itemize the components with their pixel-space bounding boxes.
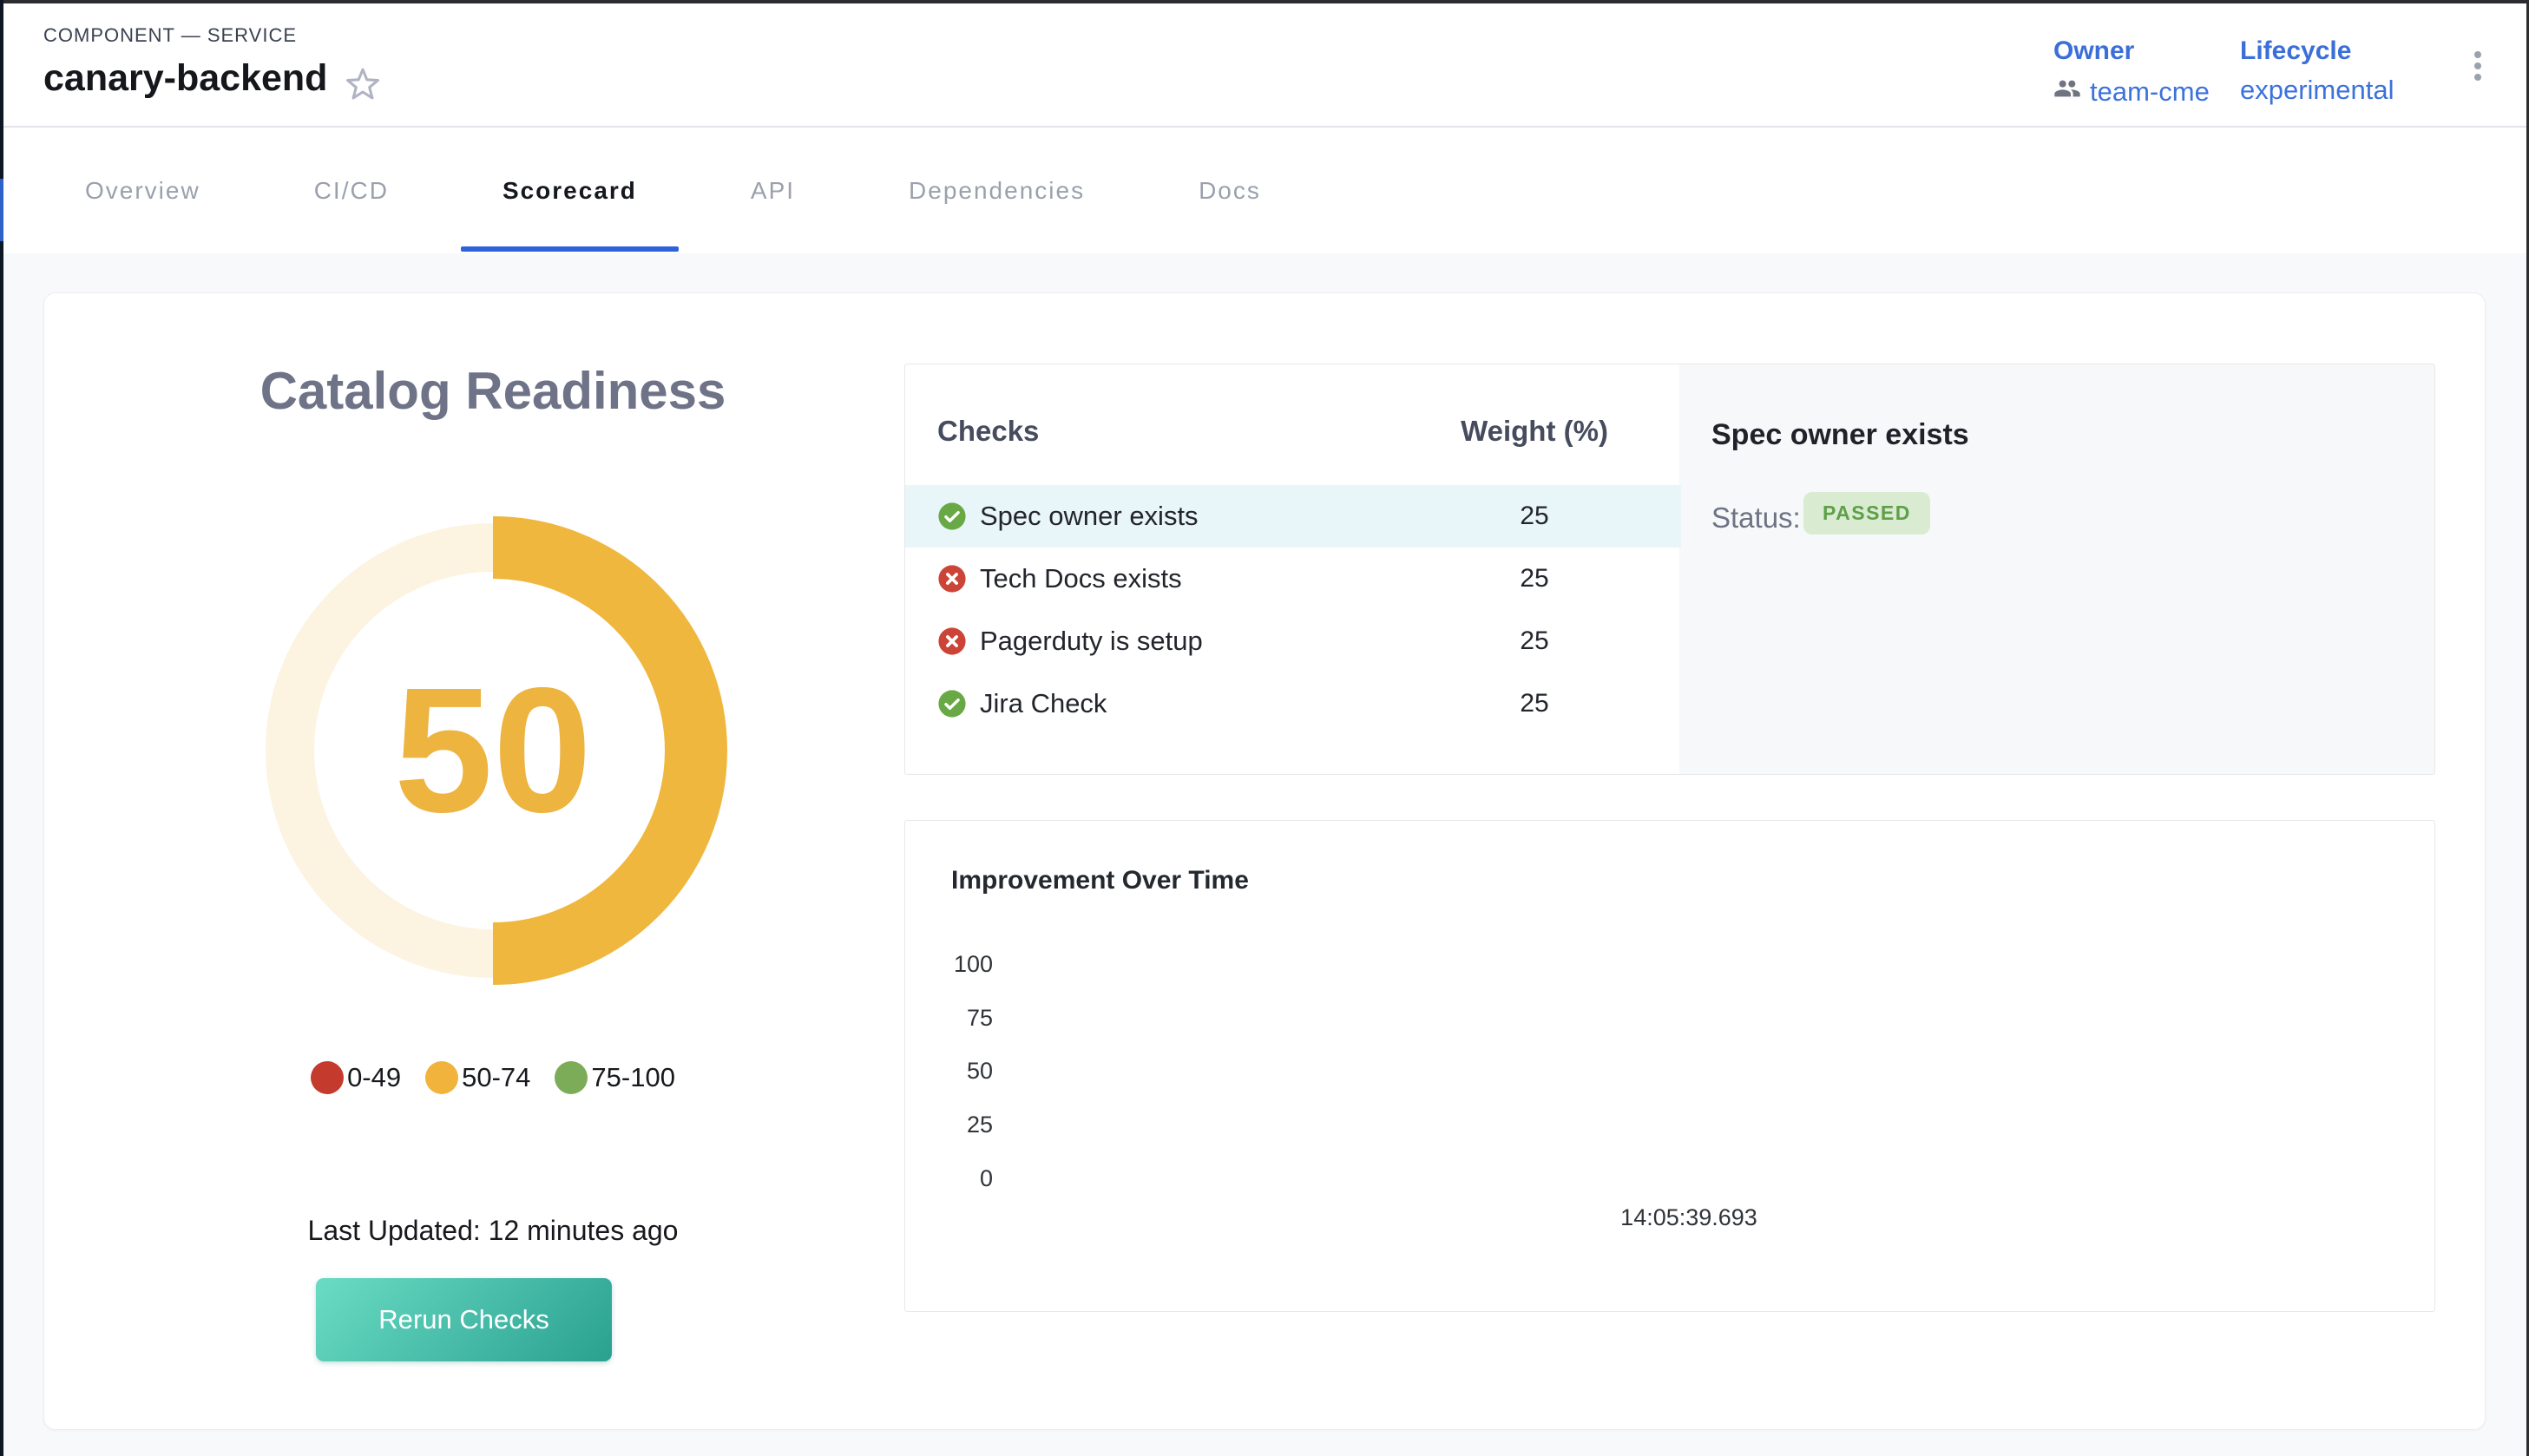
tab-overview[interactable]: Overview [43, 128, 242, 253]
check-row-tech-docs[interactable]: Tech Docs exists 25 [905, 548, 1681, 610]
check-weight: 25 [1422, 689, 1647, 718]
lifecycle-value: experimental [2240, 75, 2394, 106]
scorecard-content: Catalog Readiness 50 0-49 50-74 [0, 253, 2529, 1456]
page-title: canary-backend [43, 57, 327, 100]
checks-card: Checks Weight (%) Spec owner exists 25 [904, 364, 2435, 775]
scorecard-board: Catalog Readiness 50 0-49 50-74 [43, 292, 2486, 1430]
y-axis-tick: 25 [905, 1112, 993, 1138]
group-icon [2053, 75, 2081, 109]
score-value: 50 [259, 516, 727, 985]
rerun-checks-button[interactable]: Rerun Checks [316, 1278, 612, 1361]
check-row-spec-owner[interactable]: Spec owner exists 25 [905, 485, 1681, 548]
check-weight: 25 [1422, 564, 1647, 594]
chart-title: Improvement Over Time [951, 866, 1249, 895]
owner-label: Owner [2053, 36, 2210, 66]
check-row-jira[interactable]: Jira Check 25 [905, 672, 1681, 735]
y-axis-tick: 50 [905, 1058, 993, 1085]
window-accent-strip [0, 179, 3, 241]
score-legend: 0-49 50-74 75-100 [44, 1061, 942, 1094]
breadcrumb: COMPONENT — SERVICE [43, 24, 297, 47]
owner-block: Owner team-cme [2053, 36, 2210, 109]
kebab-menu-button[interactable] [2463, 42, 2493, 90]
lifecycle-label: Lifecycle [2240, 36, 2394, 66]
legend-item-mid: 50-74 [425, 1061, 530, 1094]
y-axis-tick: 75 [905, 1005, 993, 1032]
check-weight: 25 [1422, 626, 1647, 656]
legend-dot-green-icon [555, 1061, 588, 1094]
status-badge: PASSED [1803, 492, 1930, 535]
check-failed-icon [937, 626, 967, 656]
legend-item-high: 75-100 [555, 1061, 675, 1094]
last-updated-text: Last Updated: 12 minutes ago [44, 1215, 942, 1247]
check-detail-title: Spec owner exists [1711, 418, 1969, 452]
check-weight: 25 [1422, 502, 1647, 531]
checks-column-header: Checks [937, 415, 1039, 448]
favorite-star-button[interactable] [342, 64, 384, 106]
tab-scorecard[interactable]: Scorecard [461, 128, 679, 253]
legend-dot-amber-icon [425, 1061, 458, 1094]
improvement-chart-card: Improvement Over Time 100 75 50 25 0 14:… [904, 820, 2435, 1312]
y-axis-tick: 0 [905, 1165, 993, 1192]
check-detail-status-label: Status: [1711, 502, 1801, 535]
score-gauge: 50 [259, 516, 727, 985]
legend-item-low: 0-49 [311, 1061, 401, 1094]
star-icon [343, 94, 383, 107]
tab-dependencies[interactable]: Dependencies [867, 128, 1127, 253]
entity-tabs: Overview CI/CD Scorecard API Dependencie… [0, 128, 2529, 253]
legend-dot-red-icon [311, 1061, 344, 1094]
check-row-pagerduty[interactable]: Pagerduty is setup 25 [905, 610, 1681, 672]
tab-ci-cd[interactable]: CI/CD [273, 128, 430, 253]
check-passed-icon [937, 502, 967, 531]
owner-link[interactable]: team-cme [2090, 76, 2210, 108]
tab-api[interactable]: API [709, 128, 837, 253]
check-passed-icon [937, 689, 967, 718]
y-axis-tick: 100 [905, 951, 993, 978]
scorecard-title: Catalog Readiness [44, 361, 942, 421]
weight-column-header: Weight (%) [1422, 415, 1647, 448]
active-tab-indicator [461, 246, 679, 252]
check-failed-icon [937, 564, 967, 594]
tab-docs[interactable]: Docs [1157, 128, 1303, 253]
scorecard-page: COMPONENT — SERVICE canary-backend Owner… [0, 0, 2529, 1456]
entity-header: COMPONENT — SERVICE canary-backend Owner… [0, 0, 2529, 128]
x-axis-tick: 14:05:39.693 [1559, 1204, 1819, 1231]
kebab-icon [2474, 51, 2481, 81]
lifecycle-block: Lifecycle experimental [2240, 36, 2394, 106]
window-edge-top [0, 0, 2529, 3]
